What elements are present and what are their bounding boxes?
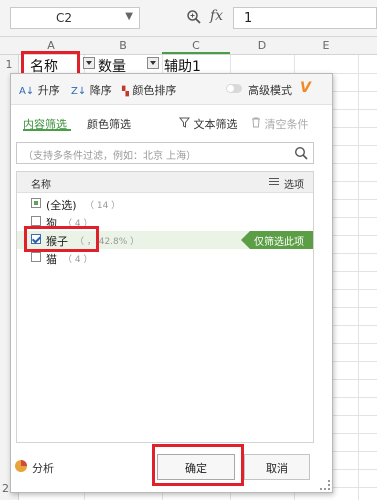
column-header-c[interactable]: C bbox=[162, 39, 230, 52]
list-item[interactable]: (全选) （ 14 ） bbox=[17, 195, 313, 213]
list-item-label: 猫 bbox=[46, 253, 57, 266]
cell-reference: C2 bbox=[55, 11, 72, 25]
color-sort-button[interactable]: ▚ 颜色排序 bbox=[122, 82, 176, 98]
filter-dropdown-a1[interactable] bbox=[83, 57, 95, 69]
trash-icon bbox=[252, 117, 260, 128]
clear-conditions-label: 清空条件 bbox=[264, 118, 309, 131]
list-item-label: (全选) bbox=[46, 199, 77, 212]
search-input[interactable]: （支持多条件过滤，例如：北京 上海） bbox=[16, 142, 314, 164]
checkbox[interactable] bbox=[31, 198, 41, 208]
clear-conditions-button[interactable]: 清空条件 bbox=[251, 116, 309, 132]
cancel-button[interactable]: 取消 bbox=[244, 454, 310, 480]
cell-b1[interactable]: 数量 bbox=[98, 56, 126, 75]
column-header-b[interactable]: B bbox=[84, 39, 162, 52]
zoom-icon[interactable] bbox=[186, 9, 202, 25]
options-button[interactable]: 选项 bbox=[284, 176, 304, 191]
cancel-label: 取消 bbox=[266, 462, 288, 475]
text-filter-button[interactable]: 文本筛选 bbox=[178, 116, 238, 132]
filter-panel: A↓ 升序 Z↓ 降序 ▚ 颜色排序 高级模式 V 内容筛选 颜色筛选 文本筛选… bbox=[10, 73, 333, 493]
color-sort-icon: ▚ bbox=[122, 87, 129, 97]
analyze-label: 分析 bbox=[32, 462, 54, 475]
sort-asc-icon: A↓ bbox=[19, 86, 35, 97]
advanced-mode-toggle[interactable] bbox=[226, 84, 242, 93]
fx-icon[interactable]: fx bbox=[210, 8, 223, 24]
checkbox[interactable] bbox=[31, 252, 41, 262]
only-filter-this-button[interactable]: 仅筛选此项 bbox=[241, 231, 313, 249]
column-header-e[interactable]: E bbox=[294, 39, 358, 52]
filter-toolbar: A↓ 升序 Z↓ 降序 ▚ 颜色排序 高级模式 V bbox=[11, 74, 332, 105]
cell-c1[interactable]: 辅助1 bbox=[164, 56, 201, 75]
formula-bar: C2 ▼ fx 1 bbox=[0, 0, 377, 37]
column-header-d[interactable]: D bbox=[230, 39, 294, 52]
checkbox[interactable] bbox=[31, 216, 41, 226]
pie-chart-icon bbox=[15, 460, 27, 472]
search-placeholder: （支持多条件过滤，例如：北京 上海） bbox=[23, 151, 197, 162]
list-item-count: （ 14 ） bbox=[85, 201, 121, 211]
tab-color-filter[interactable]: 颜色筛选 bbox=[87, 116, 131, 132]
list-header-name: 名称 bbox=[31, 180, 51, 191]
highlight-box bbox=[24, 226, 99, 252]
sort-desc-icon: Z↓ bbox=[71, 86, 87, 97]
value-list: 名称 选项 (全选) （ 14 ） 狗 （ 4 ） 猴子 （ ， 42.8% ）… bbox=[16, 171, 314, 443]
formula-value: 1 bbox=[244, 11, 253, 26]
formula-input[interactable]: 1 bbox=[233, 7, 377, 29]
filter-dropdown-b1[interactable] bbox=[147, 57, 159, 69]
sort-asc-label: 升序 bbox=[37, 84, 60, 97]
only-filter-this-label: 仅筛选此项 bbox=[254, 237, 304, 248]
sort-desc-button[interactable]: Z↓ 降序 bbox=[71, 82, 112, 98]
highlight-box bbox=[152, 444, 244, 486]
selected-column-indicator bbox=[162, 52, 230, 54]
row-header-1[interactable]: 1 bbox=[0, 58, 18, 71]
color-sort-label: 颜色排序 bbox=[132, 84, 177, 97]
list-item-count: （ 4 ） bbox=[63, 255, 93, 265]
advanced-mode-label[interactable]: 高级模式 bbox=[248, 82, 292, 98]
options-icon[interactable] bbox=[269, 178, 279, 187]
vip-icon: V bbox=[300, 80, 311, 96]
chevron-down-icon[interactable]: ▼ bbox=[125, 11, 133, 22]
text-filter-label: 文本筛选 bbox=[193, 118, 238, 131]
sort-asc-button[interactable]: A↓ 升序 bbox=[19, 82, 60, 98]
search-icon[interactable] bbox=[294, 146, 308, 160]
sort-desc-label: 降序 bbox=[89, 84, 112, 97]
resize-handle[interactable] bbox=[320, 480, 330, 490]
active-tab-indicator bbox=[23, 129, 71, 131]
list-header: 名称 选项 bbox=[17, 172, 313, 193]
name-box[interactable]: C2 ▼ bbox=[10, 7, 140, 29]
funnel-icon bbox=[178, 117, 191, 128]
